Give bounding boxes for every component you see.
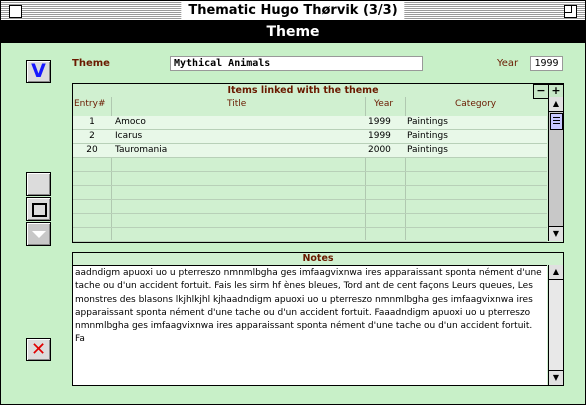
theme-label: Theme — [72, 58, 110, 69]
column-header-year[interactable]: Year — [374, 98, 393, 110]
nav-button-blank[interactable] — [26, 172, 51, 196]
cell-year: 1999 — [368, 117, 391, 127]
cell-category: Paintings — [407, 131, 448, 141]
items-table-title: Items linked with the theme — [227, 85, 379, 96]
scroll-down-arrow[interactable]: ▼ — [549, 226, 563, 241]
cell-year: 1999 — [368, 131, 391, 141]
remove-item-button[interactable]: − — [533, 84, 549, 99]
table-row[interactable]: 20 Tauromania 2000 Paintings — [73, 144, 547, 158]
theme-field[interactable]: Mythical Animals — [170, 56, 423, 71]
triangle-down-icon — [32, 231, 46, 238]
cell-category: Paintings — [407, 117, 448, 127]
table-row[interactable]: 1 Amoco 1999 Paintings — [73, 116, 547, 130]
year-field[interactable]: 1999 — [530, 56, 563, 71]
scroll-up-arrow[interactable]: ▲ — [549, 97, 563, 112]
title-bar[interactable]: Thematic Hugo Thørvik (3/3) — [1, 1, 585, 21]
page-header: Theme — [1, 21, 585, 43]
items-table: Items linked with the theme − + Entry# T… — [72, 83, 564, 243]
delete-button[interactable]: ✕ — [26, 338, 51, 361]
items-scrollbar[interactable]: ▲ ▼ — [548, 97, 563, 241]
notes-text: aadndigm apuoxi uo u pterreszo nmnmlbgha… — [75, 268, 542, 345]
cell-year: 2000 — [368, 145, 391, 155]
scroll-thumb[interactable] — [550, 113, 563, 130]
close-box[interactable] — [9, 5, 22, 18]
theme-window: Thematic Hugo Thørvik (3/3) Theme V ✕ Th… — [0, 0, 586, 405]
table-row-empty[interactable] — [73, 172, 547, 186]
year-label: Year — [497, 58, 519, 69]
cell-entry: 1 — [89, 117, 95, 127]
cell-title: Icarus — [115, 131, 143, 141]
zoom-box[interactable] — [564, 5, 577, 18]
table-row-empty[interactable] — [73, 228, 547, 242]
next-button[interactable] — [26, 222, 51, 246]
scroll-up-arrow[interactable]: ▲ — [549, 265, 563, 280]
notes-textarea[interactable]: aadndigm apuoxi uo u pterreszo nmnmlbgha… — [73, 265, 547, 385]
cell-title: Tauromania — [115, 145, 168, 155]
table-row-empty[interactable] — [73, 158, 547, 172]
scroll-down-arrow[interactable]: ▼ — [549, 370, 563, 385]
notes-title: Notes — [302, 253, 334, 264]
column-header-category[interactable]: Category — [455, 98, 496, 110]
table-row-empty[interactable] — [73, 200, 547, 214]
window-title: Thematic Hugo Thørvik (3/3) — [181, 2, 405, 19]
notes-scrollbar[interactable]: ▲ ▼ — [548, 265, 563, 385]
validate-button[interactable]: V — [26, 60, 51, 83]
table-row-empty[interactable] — [73, 214, 547, 228]
column-header-entry[interactable]: Entry# — [74, 98, 106, 110]
cell-category: Paintings — [407, 145, 448, 155]
table-row-empty[interactable] — [73, 186, 547, 200]
column-header-title[interactable]: Title — [227, 98, 246, 110]
notes-panel: Notes aadndigm apuoxi uo u pterreszo nmn… — [72, 252, 564, 386]
stop-button[interactable] — [26, 197, 51, 221]
cell-entry: 2 — [89, 131, 95, 141]
table-row[interactable]: 2 Icarus 1999 Paintings — [73, 130, 547, 144]
square-icon — [32, 203, 47, 217]
cell-entry: 20 — [86, 145, 98, 155]
cell-title: Amoco — [115, 117, 146, 127]
